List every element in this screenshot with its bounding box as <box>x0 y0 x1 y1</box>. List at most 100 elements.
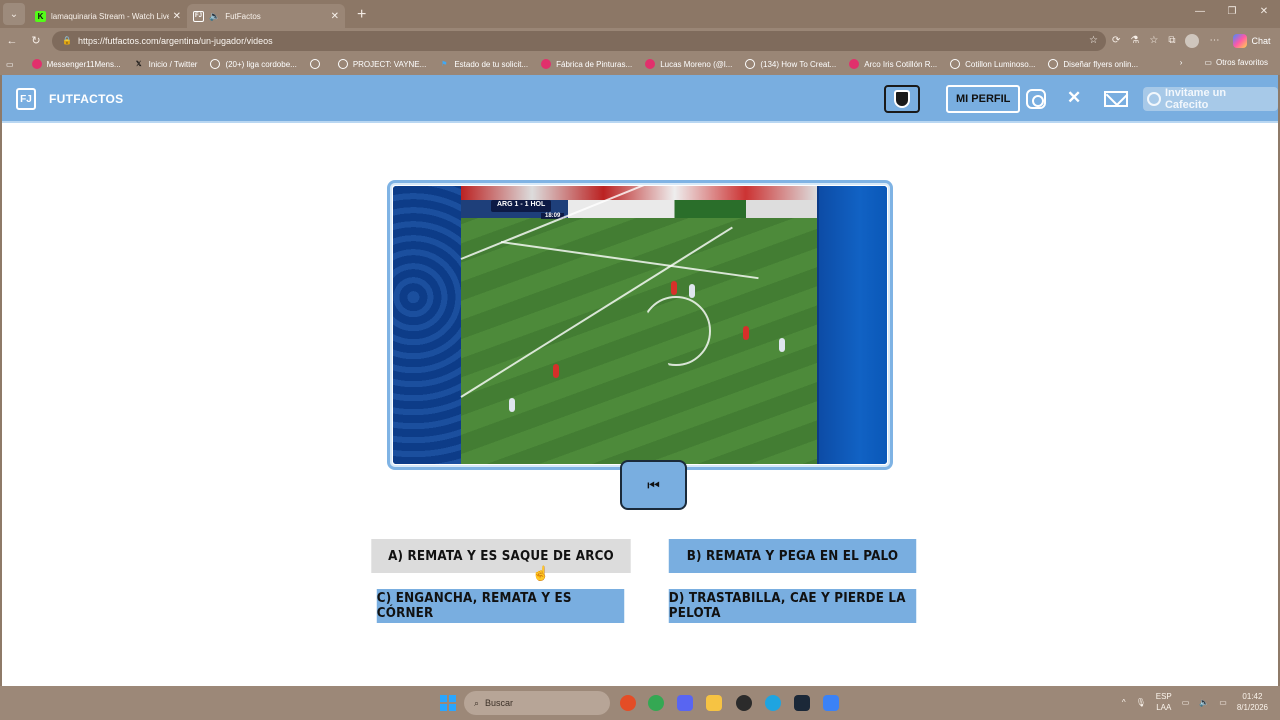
instagram-icon[interactable] <box>1026 89 1046 109</box>
option-c-button[interactable]: C) ENGANCHA, REMATA Y ES CÓRNER <box>376 589 625 623</box>
volume-icon[interactable]: 🔈 <box>1199 698 1209 707</box>
shield-icon <box>894 90 910 108</box>
browser-tab-bar: ⌄ K lamaquinaria Stream - Watch Live ✕ F… <box>0 0 1280 28</box>
tab-title: FutFactos <box>225 11 261 21</box>
file-explorer-icon[interactable] <box>706 695 722 711</box>
globe-icon <box>309 59 320 69</box>
extensions-icon[interactable]: ⟳ <box>1112 35 1120 46</box>
video-frame: ARG 1 - 1 HOL 18:09 <box>393 186 887 464</box>
video-player[interactable]: ARG 1 - 1 HOL 18:09 <box>387 180 893 470</box>
chrome-icon[interactable] <box>648 695 664 711</box>
browser-app-icon[interactable] <box>620 695 636 711</box>
futfactos-logo-icon[interactable]: FJ <box>16 88 36 110</box>
steam-icon[interactable] <box>794 695 810 711</box>
globe-icon <box>745 59 756 69</box>
chevron-right-icon[interactable]: › <box>1180 58 1183 67</box>
team-shield-button[interactable] <box>884 85 920 113</box>
player <box>743 326 749 340</box>
brand-name[interactable]: FUTFACTOS <box>49 92 123 106</box>
other-favorites-label: Otros favoritos <box>1215 58 1268 67</box>
bookmarks-bar: ▭ Messenger11Mens... 𝕏 Inicio / Twitter (… <box>0 53 1280 75</box>
football-pitch: ARG 1 - 1 HOL 18:09 <box>460 186 817 464</box>
discord-icon[interactable] <box>677 695 693 711</box>
tab-actions-button[interactable]: ⌄ <box>3 3 25 25</box>
minimize-icon[interactable]: — <box>1184 6 1216 17</box>
option-b-button[interactable]: B) REMATA Y PEGA EN EL PALO <box>668 539 917 573</box>
app-icon[interactable] <box>823 695 839 711</box>
address-bar-row: ← ↻ 🔒 https://futfactos.com/argentina/un… <box>0 28 1280 53</box>
scoreboard: ARG 1 - 1 HOL <box>491 200 552 212</box>
rewind-icon: ⏮ <box>647 476 660 493</box>
network-icon[interactable]: ▭ <box>1182 698 1190 707</box>
new-tab-button[interactable]: + <box>357 6 366 24</box>
close-tab-icon[interactable]: ✕ <box>331 11 339 22</box>
instagram-icon <box>645 59 656 69</box>
tab-futfactos[interactable]: FJ 🔈 FutFactos ✕ <box>187 4 345 28</box>
window-controls: — ❐ ✕ <box>1184 6 1280 17</box>
cafecito-label: Invitame un Cafecito <box>1164 87 1227 111</box>
battery-icon[interactable]: ▭ <box>1219 698 1227 707</box>
bookmark-item[interactable]: Diseñar flyers onlin... <box>1048 59 1138 69</box>
browser-toolbar: ⟳ ⚗ ☆ ⧉ ⋯ Chat <box>1112 33 1271 48</box>
copilot-chat-button[interactable]: Chat <box>1233 33 1271 48</box>
pitch-line <box>500 241 759 280</box>
url-field[interactable]: 🔒 https://futfactos.com/argentina/un-jug… <box>52 30 1106 51</box>
clock[interactable]: 01:42 8/1/2026 <box>1237 691 1268 713</box>
chevron-up-icon[interactable]: ^ <box>1122 698 1126 707</box>
flag-icon: ⚑ <box>441 61 448 68</box>
puzzle-icon[interactable]: ⚗ <box>1130 35 1139 46</box>
kick-favicon-icon: K <box>35 10 46 22</box>
copilot-icon <box>1233 33 1248 48</box>
close-window-icon[interactable]: ✕ <box>1248 6 1280 17</box>
cafecito-button[interactable]: Invitame un Cafecito <box>1143 87 1278 111</box>
microphone-icon[interactable]: 🎙 <box>1136 698 1146 707</box>
futfactos-favicon-icon: FJ <box>193 10 204 22</box>
option-a-button[interactable]: A) REMATA Y ES SAQUE DE ARCO <box>371 539 631 573</box>
bookmark-item[interactable]: PROJECT: VAYNE... <box>337 59 426 69</box>
refresh-icon[interactable]: ↻ <box>24 34 48 47</box>
back-arrow-icon[interactable]: ← <box>0 35 24 47</box>
bookmark-item[interactable]: ⚑ Estado de tu solicit... <box>439 59 528 69</box>
video-right-border <box>819 186 887 464</box>
tab-lamaquinaria[interactable]: K lamaquinaria Stream - Watch Live ✕ <box>29 4 187 28</box>
url-text: https://futfactos.com/argentina/un-jugad… <box>77 35 273 46</box>
bookmark-toggle-icon[interactable]: ▭ <box>6 60 14 69</box>
language-indicator[interactable]: ESP LAA <box>1156 691 1172 713</box>
x-twitter-icon[interactable]: ✕ <box>1067 88 1081 108</box>
obs-icon[interactable] <box>736 695 752 711</box>
favorites-icon[interactable]: ☆ <box>1149 35 1158 46</box>
profile-avatar[interactable] <box>1185 33 1200 48</box>
hand-cursor-icon: ☝ <box>532 565 550 581</box>
restore-icon[interactable]: ❐ <box>1216 6 1248 17</box>
bookmark-item[interactable]: (134) How To Creat... <box>745 59 836 69</box>
player <box>779 338 785 352</box>
profile-button[interactable]: MI PERFIL <box>946 85 1021 113</box>
windows-taskbar: ⌕ Buscar ^ 🎙 ESP LAA ▭ 🔈 ▭ 01:42 8/1/202… <box>0 686 1280 720</box>
close-tab-icon[interactable]: ✕ <box>173 11 181 22</box>
windows-start-icon[interactable] <box>440 695 456 711</box>
bookmark-item[interactable]: Lucas Moreno (@l... <box>645 59 732 69</box>
edge-icon[interactable] <box>765 695 781 711</box>
taskbar-search[interactable]: ⌕ Buscar <box>464 691 610 715</box>
bookmark-item[interactable]: Cotillon Luminoso... <box>950 59 1035 69</box>
chat-label: Chat <box>1251 35 1271 46</box>
option-d-button[interactable]: D) TRASTABILLA, CAE Y PIERDE LA PELOTA <box>668 589 917 623</box>
other-favorites[interactable]: › ▭ Otros favoritos <box>1180 58 1268 67</box>
mail-icon[interactable] <box>1104 91 1128 107</box>
globe-icon <box>210 59 221 69</box>
speaker-icon[interactable]: 🔈 <box>209 11 220 22</box>
bookmark-item[interactable]: Fábrica de Pinturas... <box>541 59 632 69</box>
bookmark-item[interactable]: Messenger11Mens... <box>31 59 121 69</box>
bookmark-item[interactable]: 𝕏 Inicio / Twitter <box>134 59 198 69</box>
bookmark-item[interactable]: (20+) liga cordobe... <box>210 59 297 69</box>
bookmark-item[interactable]: Arco Iris Cotillón R... <box>849 59 937 69</box>
instagram-icon <box>849 59 860 69</box>
x-icon: 𝕏 <box>135 61 142 68</box>
page-content: FJ FUTFACTOS MI PERFIL ✕ Invitame un Caf… <box>2 75 1278 686</box>
globe-icon <box>1048 59 1059 69</box>
rewind-button[interactable]: ⏮ <box>620 460 687 510</box>
collections-icon[interactable]: ⧉ <box>1168 35 1175 46</box>
more-menu-icon[interactable]: ⋯ <box>1209 35 1219 46</box>
bookmark-item[interactable] <box>309 59 325 69</box>
favorite-star-icon[interactable]: ☆ <box>1089 35 1098 46</box>
